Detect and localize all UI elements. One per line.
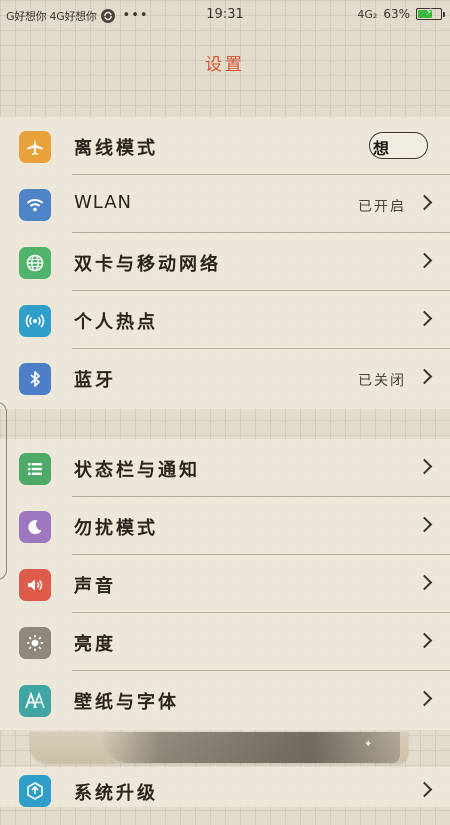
setting-label: 系统升级 [74,783,158,804]
setting-status-value: 已关闭 [358,373,406,389]
wallpaper-font-icon [19,685,51,717]
chevron-right-icon [416,252,433,269]
battery-icon: ⚡ [416,7,445,20]
hotspot-icon [19,305,51,337]
setting-label: 个人热点 [74,312,158,333]
page-title: 设置 [205,55,245,75]
setting-row-dual-sim-mobile-network[interactable]: 双卡与移动网络 [0,233,450,291]
setting-row-airplane-mode[interactable]: 离线模式 想 [0,117,450,175]
setting-label: 声音 [74,576,116,597]
chevron-right-icon [416,690,433,707]
chevron-right-icon [416,194,433,211]
setting-row-wallpaper-font[interactable]: 壁纸与字体 [0,671,450,729]
network-type: 4G₂ [357,7,378,21]
setting-row-wlan[interactable]: WLAN 已开启 [0,175,450,233]
battery-percent: 63% [383,7,410,21]
setting-row-personal-hotspot[interactable]: 个人热点 [0,291,450,349]
setting-label: WLAN [74,192,133,213]
setting-row-bluetooth[interactable]: 蓝牙 已关闭 [0,349,450,407]
status-bar-icon [19,453,51,485]
setting-label: 状态栏与通知 [74,460,200,481]
setting-label: 离线模式 [74,138,158,159]
setting-status-value: 已开启 [358,199,406,215]
chevron-right-icon [416,516,433,533]
sun-icon [19,627,51,659]
chevron-right-icon [416,458,433,475]
chevron-right-icon [416,368,433,385]
sparkle-icon: ✦ [364,739,373,750]
setting-label: 双卡与移动网络 [74,254,221,275]
moon-icon [19,511,51,543]
wifi-icon [19,189,51,221]
setting-row-status-bar-notifications[interactable]: 状态栏与通知 [0,439,450,497]
speaker-icon [19,569,51,601]
charging-bolt-icon: ⚡ [425,7,433,18]
status-bar: G好想你 4G好想你 ••• 19:31 4G₂ 63% ⚡ [0,0,450,30]
page-header: 设置 [0,30,450,117]
chevron-right-icon [416,574,433,591]
toggle-label: 想 [373,139,390,158]
chevron-right-icon [416,632,433,649]
setting-row-sound[interactable]: 声音 [0,555,450,613]
wallpaper-decoration: ✦ [0,732,450,767]
status-right: 4G₂ 63% ⚡ [357,7,445,21]
ink-wash-illustration [100,732,400,763]
airplane-mode-toggle[interactable]: 想 [369,132,428,159]
setting-row-system-update[interactable]: 系统升级 [0,767,450,825]
globe-icon [19,247,51,279]
setting-label: 壁纸与字体 [74,692,179,713]
setting-row-brightness[interactable]: 亮度 [0,613,450,671]
settings-group-display-sound: 状态栏与通知 勿扰模式 声音 亮度 壁纸与字体 [0,439,450,730]
setting-row-do-not-disturb[interactable]: 勿扰模式 [0,497,450,555]
setting-label: 蓝牙 [74,370,116,391]
setting-label: 勿扰模式 [74,518,158,539]
chevron-right-icon [416,310,433,327]
settings-group-connectivity: 离线模式 想 WLAN 已开启 双卡与移动网络 个人热点 蓝牙 已关闭 [0,117,450,409]
edge-panel-handle[interactable] [0,402,7,580]
bluetooth-icon [19,363,51,395]
setting-label: 亮度 [74,634,116,655]
system-update-icon [19,775,51,807]
airplane-icon [19,131,51,163]
chevron-right-icon [416,781,433,798]
settings-group-system: 系统升级 [0,767,450,807]
